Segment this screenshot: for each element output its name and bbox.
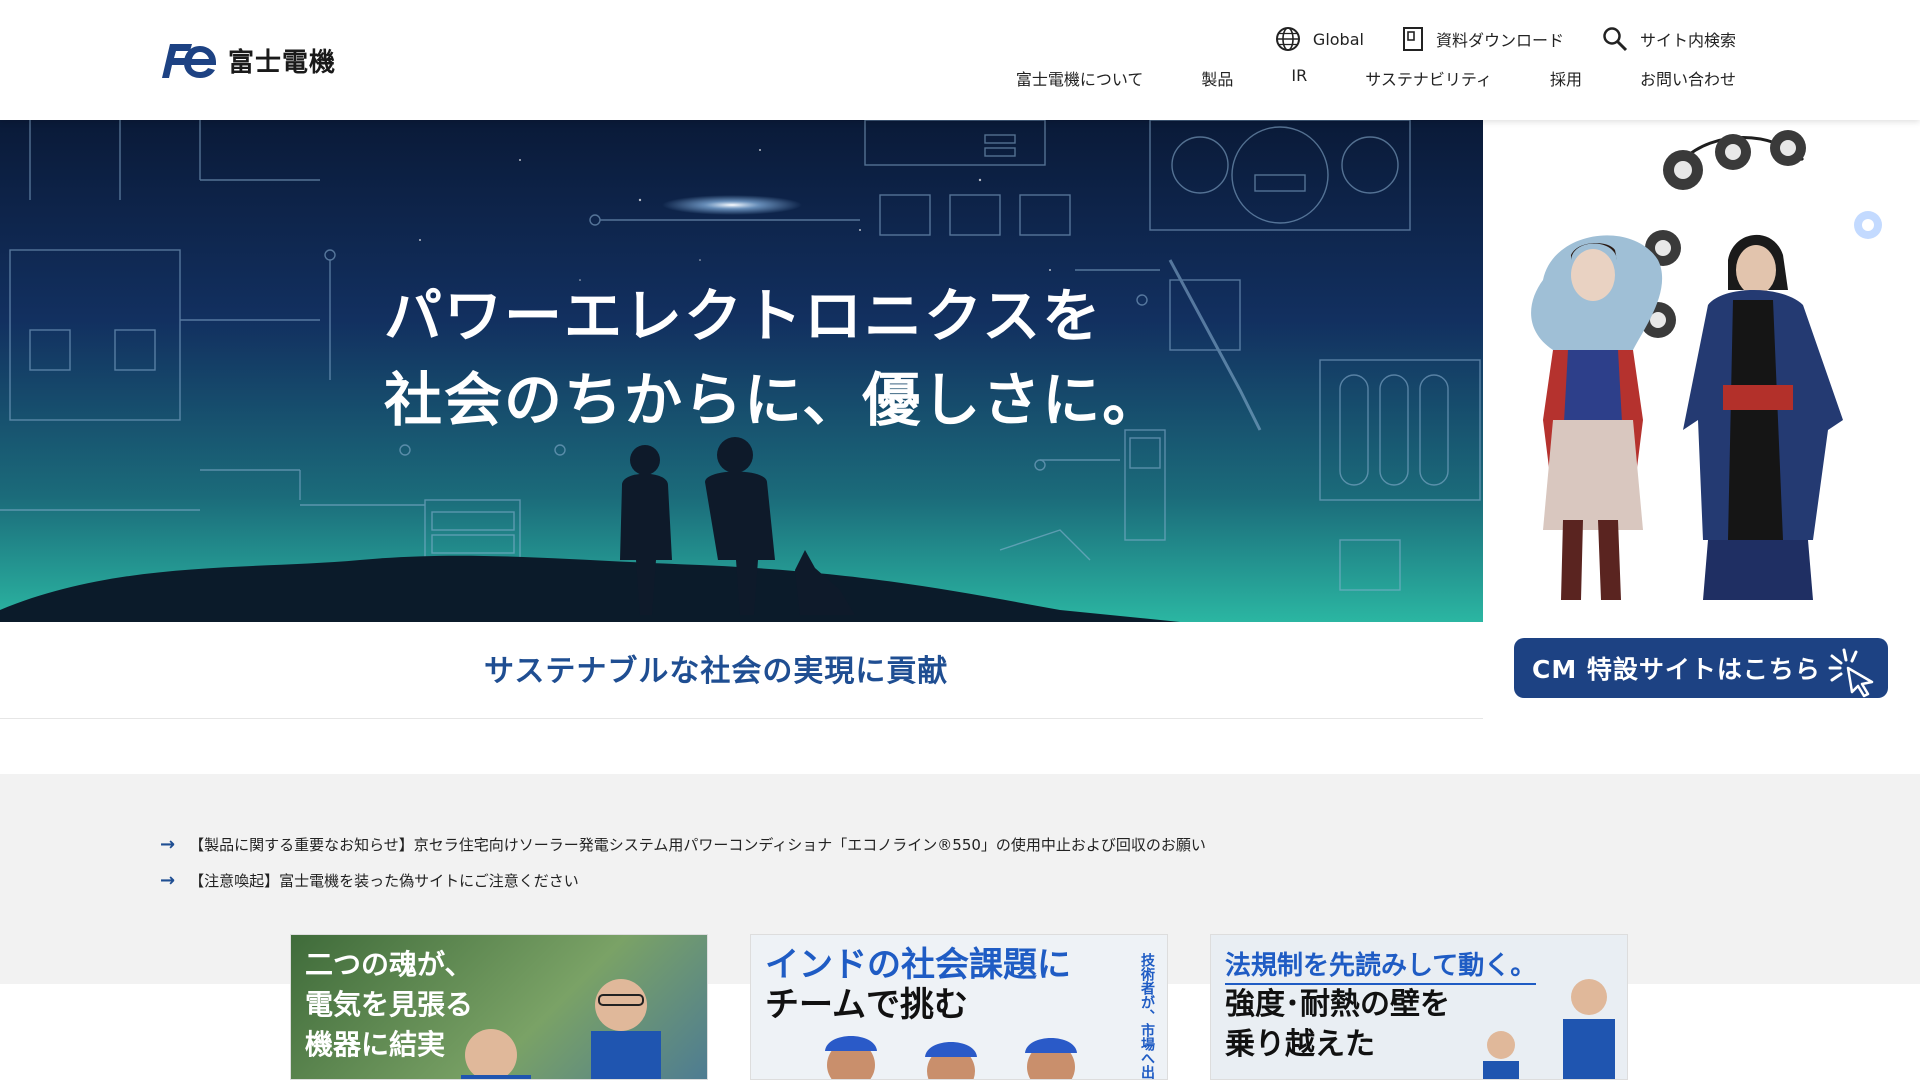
card-title-line: 機器に結実 xyxy=(305,1028,446,1061)
arrow-right-icon: → xyxy=(160,834,176,855)
hill-silhouette xyxy=(0,555,1180,622)
galaxy-glow xyxy=(662,195,802,215)
site-search-label: サイト内検索 xyxy=(1639,31,1736,50)
hero-tagline: サステナブルな社会の実現に貢献 xyxy=(484,654,949,689)
main-nav: 富士電機について 製品 IR サステナビリティ 採用 お問い合わせ xyxy=(1016,66,1736,90)
card-title-line: インドの社会課題に xyxy=(765,945,1071,985)
global-label: Global xyxy=(1312,29,1364,49)
document-icon xyxy=(1402,27,1423,51)
logo-text: 富士電機 xyxy=(228,47,337,78)
arrow-right-icon: → xyxy=(160,870,176,891)
feature-card-3[interactable]: 法規制を先読みして動く。 強度･耐熱の壁を 乗り越えた xyxy=(1210,934,1628,1080)
card-title: 法規制を先読みして動く。 強度･耐熱の壁を 乗り越えた xyxy=(1225,945,1537,1065)
feature-card-2[interactable]: インドの社会課題に チームで挑む 技術者が、市場へ出 xyxy=(750,934,1168,1080)
download-label: 資料ダウンロード xyxy=(1435,31,1564,50)
utility-nav: Global 資料ダウンロード サイト内検索 xyxy=(1275,26,1736,52)
search-icon xyxy=(1603,27,1628,52)
click-cursor-icon xyxy=(1828,648,1874,698)
hero-title-line1: パワーエレクトロニクスを xyxy=(384,282,1103,350)
card-side-text: 技術者が、市場へ出 xyxy=(1139,953,1155,1079)
card-title-line: 電気を見張る xyxy=(305,988,474,1021)
hero-title-line2: 社会のちからに、優しさに。 xyxy=(384,366,1163,434)
nav-ir[interactable]: IR xyxy=(1291,66,1307,90)
nav-about[interactable]: 富士電機について xyxy=(1016,66,1144,90)
feature-card-1[interactable]: 二つの魂が、 電気を見張る 機器に結実 xyxy=(290,934,708,1080)
site-header: 富士電機 Global 資料ダウンロード サイト内検索 富士電機について 製品 … xyxy=(0,0,1920,120)
feature-cards: 二つの魂が、 電気を見張る 機器に結実 インドの社会課題に チームで挑む 技術者… xyxy=(0,934,1920,1080)
site-logo[interactable]: 富士電機 xyxy=(158,40,336,80)
nav-products[interactable]: 製品 xyxy=(1201,66,1233,90)
globe-icon xyxy=(1275,27,1300,51)
site-search-link[interactable]: サイト内検索 xyxy=(1602,26,1736,52)
card-title: 二つの魂が、 電気を見張る 機器に結実 xyxy=(305,945,473,1065)
download-link[interactable]: 資料ダウンロード xyxy=(1402,26,1564,52)
nav-contact[interactable]: お問い合わせ xyxy=(1640,66,1736,90)
card-title-line: チームで挑む xyxy=(765,985,968,1025)
nav-recruit[interactable]: 採用 xyxy=(1550,66,1582,90)
cm-button-label: CM 特設サイトはこちら xyxy=(1532,655,1821,684)
notice-item[interactable]: → 【注意喚起】富士電機を装った偽サイトにご注意ください xyxy=(160,870,579,891)
cm-site-button[interactable]: CM 特設サイトはこちら xyxy=(1514,638,1888,698)
notice-item[interactable]: → 【製品に関する重要なお知らせ】京セラ住宅向けソーラー発電システム用パワーコン… xyxy=(160,834,1206,855)
nav-sustainability[interactable]: サステナビリティ xyxy=(1365,66,1492,90)
cm-promo[interactable] xyxy=(1483,120,1920,720)
card-title-line: 二つの魂が、 xyxy=(305,948,473,981)
cm-characters-image xyxy=(1531,130,1882,600)
global-link[interactable]: Global xyxy=(1275,26,1364,52)
card-title-line: 乗り越えた xyxy=(1225,1027,1375,1062)
fe-logo-icon xyxy=(162,44,216,78)
notice-text: 【製品に関する重要なお知らせ】京セラ住宅向けソーラー発電システム用パワーコンディ… xyxy=(189,836,1206,854)
hero-title: パワーエレクトロニクスを 社会のちからに、優しさに。 xyxy=(384,274,1162,442)
card-title-line: 強度･耐熱の壁を xyxy=(1225,987,1450,1022)
notice-text: 【注意喚起】富士電機を装った偽サイトにご注意ください xyxy=(189,872,579,890)
card-title-line: 法規制を先読みして動く。 xyxy=(1225,949,1537,985)
card-title: インドの社会課題に チームで挑む xyxy=(765,945,1071,1025)
hero-banner[interactable]: パワーエレクトロニクスを 社会のちからに、優しさに。 xyxy=(0,120,1483,622)
